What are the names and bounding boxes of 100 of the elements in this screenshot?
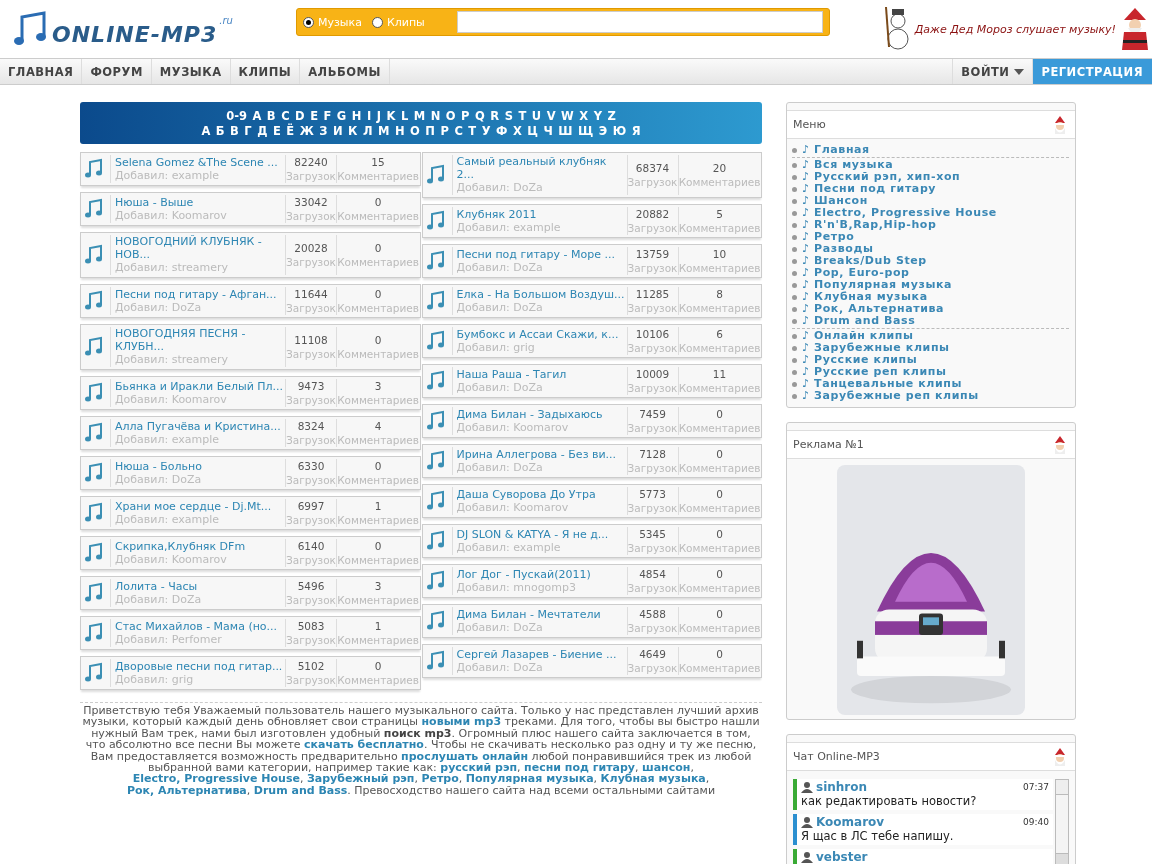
letter-link[interactable]: J (376, 108, 381, 123)
track-title[interactable]: Наша Раша - Тагил (456, 367, 627, 381)
track-title[interactable]: Лолита - Часы (115, 579, 285, 593)
letter-link[interactable]: M (413, 108, 426, 123)
chat-username[interactable]: sinhron (816, 780, 868, 794)
track-title[interactable]: Елка - На Большом Воздуш... (456, 287, 627, 301)
nav-item[interactable]: МУЗЫКА (151, 59, 231, 84)
letter-link[interactable]: Н (394, 123, 405, 138)
menu-link[interactable]: ♪ Главная (802, 144, 870, 156)
track-title[interactable]: Ирина Аллегрова - Без ви... (456, 447, 627, 461)
register-button[interactable]: РЕГИСТРАЦИЯ (1032, 59, 1152, 84)
track-title[interactable]: Клубняк 2011 (456, 207, 627, 221)
letter-link[interactable]: F (323, 108, 332, 123)
track-title[interactable]: Selena Gomez &The Scene ... (115, 155, 285, 169)
track-title[interactable]: Бьянка и Иракли Белый Пл... (115, 379, 285, 393)
letter-link[interactable]: У (481, 123, 491, 138)
letter-link[interactable]: O (445, 108, 456, 123)
letter-link[interactable]: Ч (543, 123, 553, 138)
letter-link[interactable]: В (230, 123, 239, 138)
letter-link[interactable]: Р (440, 123, 449, 138)
menu-link[interactable]: ♪ Русский рэп, хип-хоп (802, 171, 961, 183)
track-title[interactable]: Дима Билан - Задыхаюсь (456, 407, 627, 421)
letter-link[interactable]: H (351, 108, 362, 123)
letter-link[interactable]: Э (598, 123, 608, 138)
nav-item[interactable]: ГЛАВНАЯ (0, 59, 83, 84)
track-title[interactable]: Песни под гитару - Море ... (456, 247, 627, 261)
menu-link[interactable]: ♪ Breaks/Dub Step (802, 255, 927, 267)
letter-link[interactable]: Z (607, 108, 616, 123)
track-title[interactable]: Песни под гитару - Афган... (115, 287, 285, 301)
search-field[interactable] (456, 11, 823, 33)
letter-link[interactable]: Ц (527, 123, 539, 138)
track-title[interactable]: Скрипка,Клубняк DFm (115, 539, 285, 553)
letter-link[interactable]: V (546, 108, 556, 123)
track-title[interactable]: НОВОГОДНИЙ КЛУБНЯК - НОВ... (115, 235, 285, 261)
letter-link[interactable]: B (266, 108, 276, 123)
track-title[interactable]: Даша Суворова До Утра (456, 487, 627, 501)
track-title[interactable]: Храни мое сердце - Dj.Mt... (115, 499, 285, 513)
letter-link[interactable]: C (281, 108, 290, 123)
category-link[interactable]: Клубная музыка (600, 772, 706, 786)
logo-text[interactable]: ONLINE-MP3 (52, 22, 218, 47)
letter-link[interactable]: K (386, 108, 396, 123)
letter-link[interactable]: U (531, 108, 542, 123)
track-title[interactable]: Нюша - Больно (115, 459, 285, 473)
letter-link[interactable]: Б (215, 123, 225, 138)
track-title[interactable]: Дима Билан - Мечтатели (456, 607, 627, 621)
menu-link[interactable]: ♪ Drum and Bass (802, 315, 916, 327)
menu-link[interactable]: ♪ Русские реп клипы (802, 366, 947, 378)
menu-link[interactable]: ♪ Electro, Progressive House (802, 207, 997, 219)
letter-link[interactable]: N (430, 108, 441, 123)
letter-link[interactable]: Г (244, 123, 252, 138)
menu-link[interactable]: ♪ R'n'B,Rap,Hip-hop (802, 219, 937, 231)
letter-link[interactable]: З (319, 123, 328, 138)
category-link[interactable]: скачать бесплатно (304, 738, 424, 752)
nav-item[interactable]: ФОРУМ (82, 59, 152, 84)
category-link[interactable]: новыми mp3 (421, 715, 502, 729)
track-title[interactable]: Стас Михайлов - Мама (но... (115, 619, 285, 633)
track-title[interactable]: Самый реальный клубняк 2... (456, 155, 627, 181)
track-title[interactable]: Бумбокс и Ассаи Скажи, к... (456, 327, 627, 341)
login-button[interactable]: ВОЙТИ (952, 59, 1033, 84)
letter-link[interactable]: I (366, 108, 372, 123)
menu-link[interactable]: ♪ Ретро (802, 231, 855, 243)
category-link[interactable]: Популярная музыка (465, 772, 594, 786)
letter-link[interactable]: Ж (299, 123, 314, 138)
nav-item[interactable]: КЛИПЫ (230, 59, 301, 84)
letter-link[interactable]: T (518, 108, 527, 123)
letter-link[interactable]: Х (513, 123, 522, 138)
letter-link[interactable]: П (425, 123, 435, 138)
menu-link[interactable]: ♪ Танцевальные клипы (802, 378, 962, 390)
letter-link[interactable]: L (400, 108, 409, 123)
letter-link[interactable]: A (252, 108, 262, 123)
letter-link[interactable]: И (332, 123, 343, 138)
letter-link[interactable]: G (336, 108, 347, 123)
category-link[interactable]: Зарубежный рэп (306, 772, 415, 786)
category-link[interactable]: Ретро (421, 772, 459, 786)
menu-link[interactable]: ♪ Клубная музыка (802, 291, 928, 303)
category-link[interactable]: Electro, Progressive House (132, 772, 300, 786)
letter-link[interactable]: Ф (496, 123, 508, 138)
letter-link[interactable]: W (561, 108, 574, 123)
letter-link[interactable]: А (201, 123, 211, 138)
letter-link[interactable]: Д (257, 123, 268, 138)
letter-link[interactable]: Е (272, 123, 281, 138)
menu-link[interactable]: ♪ Зарубежные клипы (802, 342, 950, 354)
letter-link[interactable]: Я (631, 123, 641, 138)
scrollbar[interactable] (1055, 779, 1069, 864)
track-title[interactable]: DJ SLON & KATYA - Я не д... (456, 527, 627, 541)
letter-link[interactable]: Ю (612, 123, 627, 138)
track-title[interactable]: НОВОГОДНЯЯ ПЕСНЯ - КЛУБН... (115, 327, 285, 353)
letter-link[interactable]: Л (362, 123, 373, 138)
track-title[interactable]: Алла Пугачёва и Кристина... (115, 419, 285, 433)
letter-link[interactable]: Q (475, 108, 485, 123)
letter-link[interactable]: Y (593, 108, 602, 123)
letter-link[interactable]: X (579, 108, 589, 123)
menu-link[interactable]: ♪ Русские клипы (802, 354, 918, 366)
letter-link[interactable]: О (410, 123, 420, 138)
menu-link[interactable]: ♪ Вся музыка (802, 159, 894, 171)
menu-link[interactable]: ♪ Популярная музыка (802, 279, 953, 291)
menu-link[interactable]: ♪ Шансон (802, 195, 868, 207)
letter-link[interactable]: 0-9 (226, 108, 247, 123)
track-title[interactable]: Нюша - Выше (115, 195, 285, 209)
category-link[interactable]: Рок, Альтернатива (126, 783, 247, 797)
